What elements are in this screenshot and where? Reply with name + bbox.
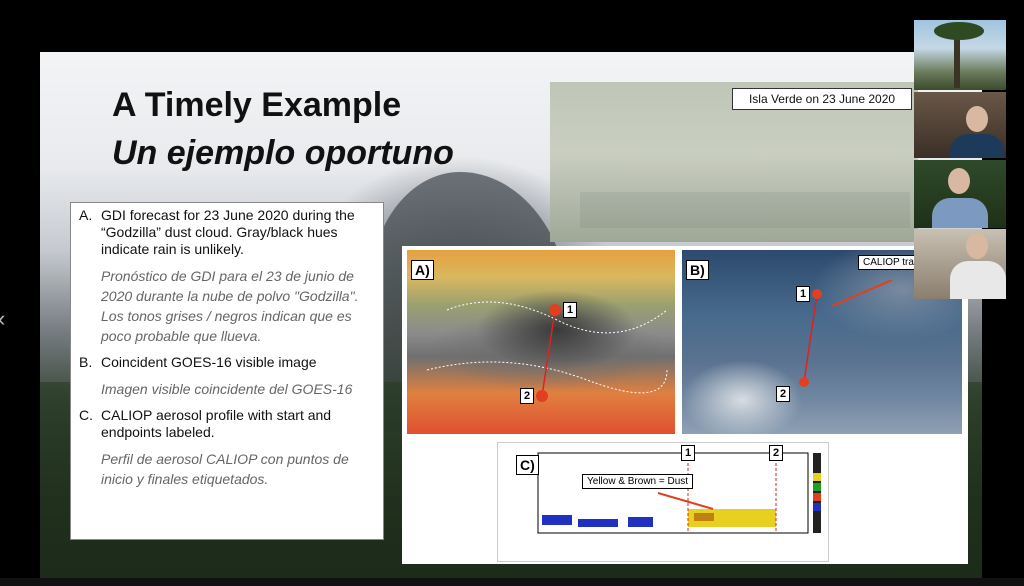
item-text-es: Imagen visible coincidente del GOES-16 (101, 381, 353, 397)
list-item-b: B. Coincident GOES-16 visible image (79, 354, 375, 371)
item-text-en: Coincident GOES-16 visible image (101, 354, 317, 370)
participant-video-3[interactable] (914, 160, 1006, 228)
top-bar (0, 0, 1024, 52)
item-text-en: CALIOP aerosol profile with start and en… (101, 407, 332, 440)
avatar-body (950, 261, 1006, 299)
description-box: A. GDI forecast for 23 June 2020 during … (70, 202, 384, 540)
item-letter: C. (79, 407, 93, 423)
list-item-c: C. CALIOP aerosol profile with start and… (79, 407, 375, 441)
shared-slide: A Timely Example Un ejemplo oportuno A. … (40, 52, 982, 578)
item-text-es: Pronóstico de GDI para el 23 de junio de… (101, 268, 359, 344)
caliop-aerosol-profile: C) 1 2 (497, 442, 829, 562)
list-item-a: A. GDI forecast for 23 June 2020 during … (79, 207, 375, 258)
slide-title: A Timely Example (112, 86, 402, 124)
item-text-es: Perfil de aerosol CALIOP con puntos de i… (101, 451, 349, 487)
avatar-body (932, 198, 988, 228)
panel-a-label: A) (411, 260, 434, 280)
point-2-marker: 2 (776, 386, 790, 402)
dust-legend-label: Yellow & Brown = Dust (582, 474, 694, 489)
point-1-marker: 1 (796, 286, 810, 302)
point-1-marker: 1 (563, 302, 577, 318)
point-2-marker: 2 (769, 445, 783, 461)
panel-b-label: B) (686, 260, 709, 280)
participant-video-1[interactable] (914, 20, 1006, 90)
panel-c-label: C) (516, 455, 539, 475)
item-letter: A. (79, 207, 93, 223)
gdi-forecast-map: 1 2 A) (407, 250, 675, 434)
chevron-left-icon[interactable]: ‹ (0, 306, 5, 332)
caliop-track-label: CALIOP tra (858, 255, 919, 270)
skyline-silhouette (580, 192, 910, 228)
participant-video-4[interactable] (914, 229, 1006, 299)
avatar (948, 168, 970, 194)
avatar (966, 233, 988, 259)
photo-caption: Isla Verde on 23 June 2020 (732, 88, 912, 110)
avatar-body (950, 134, 1004, 158)
slide-subtitle: Un ejemplo oportuno (112, 134, 454, 172)
map-overlay-a (426, 301, 668, 402)
bottom-bar (0, 578, 1024, 586)
palm-leaves (934, 22, 984, 40)
participant-video-2[interactable] (914, 92, 1006, 158)
point-2-marker: 2 (520, 388, 534, 404)
point-1-marker: 1 (681, 445, 695, 461)
satellite-figure: 1 2 A) 1 2 B) CALIOP tra C) 1 2 Yellow &… (402, 246, 968, 564)
avatar (966, 106, 988, 132)
item-text-en: GDI forecast for 23 June 2020 during the… (101, 207, 355, 257)
item-letter: B. (79, 354, 93, 370)
